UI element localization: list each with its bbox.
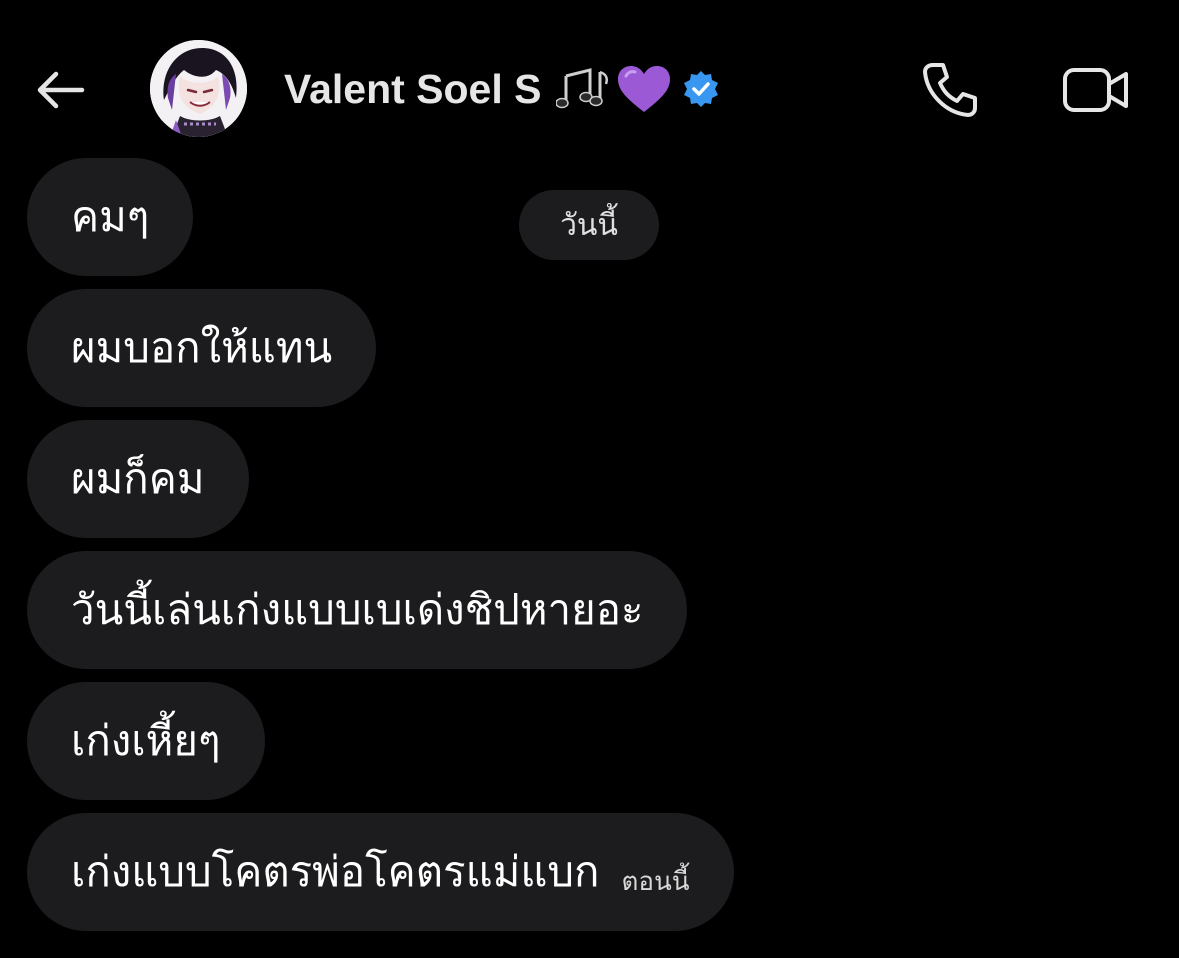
message-text: เก่งแบบโคตรพ่อโคตรแม่แบก (71, 847, 600, 896)
verified-badge-icon (682, 70, 720, 108)
arrow-left-icon (37, 71, 85, 109)
purple-heart-icon (616, 64, 672, 114)
message-text: วันนี้เล่นเก่งแบบเบเด่งชิปหายอะ (71, 585, 644, 634)
message-bubble[interactable]: วันนี้เล่นเก่งแบบเบเด่งชิปหายอะ (27, 551, 688, 669)
message-text: ผมก็คม (71, 454, 205, 503)
message-bubble[interactable]: เก่งเหี้ยๆ (27, 682, 265, 800)
message-bubble[interactable]: เก่งแบบโคตรพ่อโคตรแม่แบก ตอนนี้ (27, 813, 734, 931)
message-timestamp: ตอนนี้ (621, 866, 690, 897)
avatar[interactable] (150, 40, 247, 137)
date-separator: วันนี้ (519, 190, 659, 260)
message-text: คมๆ (71, 192, 150, 241)
audio-call-button[interactable] (918, 58, 982, 122)
video-call-button[interactable] (1058, 58, 1134, 122)
contact-name[interactable]: Valent Soel S (284, 64, 720, 114)
chat-header: Valent Soel S (0, 0, 1179, 160)
contact-name-text: Valent Soel S (284, 65, 542, 112)
message-bubble[interactable]: คมๆ (27, 158, 194, 276)
message-bubble[interactable]: ผมบอกให้แทน (27, 289, 377, 407)
back-button[interactable] (30, 62, 90, 118)
message-text: ผมบอกให้แทน (71, 323, 333, 372)
message-text: เก่งเหี้ยๆ (71, 716, 221, 765)
video-camera-icon (1063, 68, 1128, 112)
message-bubble[interactable]: ผมก็คม (27, 420, 249, 538)
phone-icon (923, 63, 977, 117)
musical-notes-icon (555, 66, 612, 112)
